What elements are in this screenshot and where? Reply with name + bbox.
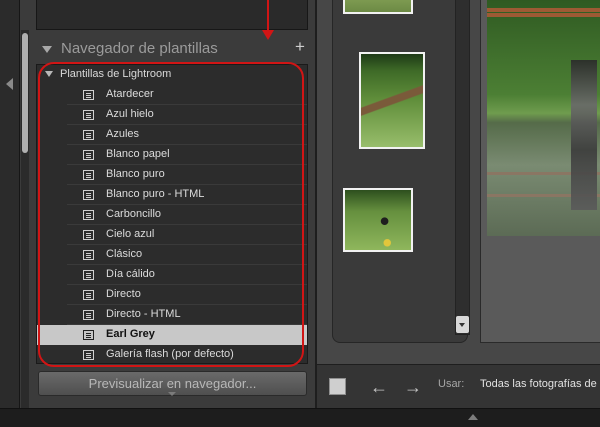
template-row[interactable]: Blanco puro: [37, 165, 307, 185]
template-browser-header[interactable]: Navegador de plantillas +: [36, 37, 308, 62]
web-template-icon: [83, 270, 94, 280]
lightroom-templates-folder[interactable]: Plantillas de Lightroom: [37, 65, 307, 85]
template-browser-title: Navegador de plantillas: [61, 40, 218, 57]
web-template-icon: [83, 190, 94, 200]
web-template-icon: [83, 330, 94, 340]
thumbnail-fence[interactable]: [343, 0, 413, 14]
thumbnail-path[interactable]: [359, 52, 425, 149]
add-template-button[interactable]: +: [292, 37, 308, 57]
template-row[interactable]: Blanco puro - HTML: [37, 185, 307, 205]
web-template-icon: [83, 170, 94, 180]
filmstrip-toggle-arrow-icon[interactable]: [468, 414, 478, 420]
template-label: Clásico: [106, 248, 143, 260]
web-template-icon: [83, 310, 94, 320]
template-label: Atardecer: [106, 88, 154, 100]
template-row[interactable]: Cielo azul: [37, 225, 307, 245]
bottom-panel-edge[interactable]: [0, 408, 600, 427]
template-tree: Plantillas de Lightroom Atardecer Azul hi…: [36, 64, 308, 364]
center-preview-area: [315, 0, 600, 408]
template-label: Día cálido: [106, 268, 155, 280]
scroll-down-arrow-icon[interactable]: [456, 316, 469, 333]
template-row[interactable]: Galería flash (por defecto): [37, 345, 307, 363]
use-selection-dropdown[interactable]: Todas las fotografías de: [480, 378, 597, 390]
preview-fence-detail: [487, 8, 600, 12]
preview-photo[interactable]: [487, 0, 600, 236]
folder-expand-triangle-icon[interactable]: [45, 71, 53, 77]
annotation-arrow-head-icon: [262, 30, 274, 40]
forward-arrow-icon[interactable]: →: [403, 377, 423, 397]
template-row[interactable]: Día cálido: [37, 265, 307, 285]
template-label: Cielo azul: [106, 228, 155, 240]
template-label: Directo: [106, 288, 141, 300]
thumbnail-kids-playing[interactable]: [343, 188, 413, 252]
stop-button[interactable]: [329, 378, 346, 395]
template-row[interactable]: Directo: [37, 285, 307, 305]
web-template-icon: [83, 150, 94, 160]
annotation-arrow-shaft: [267, 0, 269, 34]
web-template-icon: [83, 290, 94, 300]
use-label: Usar:: [438, 378, 465, 390]
web-template-icon: [83, 230, 94, 240]
preview-tower-detail: [571, 60, 597, 210]
web-template-icon: [83, 130, 94, 140]
template-list: Atardecer Azul hielo Azules Blanco papel Bla…: [37, 85, 307, 363]
template-label: Earl Grey: [106, 328, 155, 340]
main-photo-preview: [480, 0, 600, 343]
template-label: Blanco papel: [106, 148, 170, 160]
template-label: Galería flash (por defecto): [106, 348, 234, 360]
web-template-icon: [83, 350, 94, 360]
template-row[interactable]: Azul hielo: [37, 105, 307, 125]
template-label: Carboncillo: [106, 208, 162, 220]
collapse-triangle-icon[interactable]: [42, 46, 52, 53]
web-template-icon: [83, 210, 94, 220]
template-row[interactable]: Directo - HTML: [37, 305, 307, 325]
template-label: Directo - HTML: [106, 308, 181, 320]
panel-collapse-arrow-icon[interactable]: [6, 78, 13, 90]
left-panel: Navegador de plantillas + Plantillas de …: [20, 0, 315, 408]
template-row[interactable]: Clásico: [37, 245, 307, 265]
template-label: Blanco puro - HTML: [106, 188, 205, 200]
filmstrip-scrollbar[interactable]: [455, 0, 470, 335]
template-label: Azules: [106, 128, 140, 140]
template-row[interactable]: Atardecer: [37, 85, 307, 105]
template-label: Azul hielo: [106, 108, 154, 120]
back-arrow-icon[interactable]: ←: [369, 377, 389, 397]
web-template-icon: [83, 110, 94, 120]
web-template-icon: [83, 250, 94, 260]
template-label: Blanco puro: [106, 168, 165, 180]
filmstrip-panel: [332, 0, 468, 343]
panel-resize-grip-icon[interactable]: [168, 392, 176, 396]
bottom-toolbar: ← → Usar: Todas las fotografías de: [315, 364, 600, 408]
template-row[interactable]: Earl Grey: [37, 325, 307, 345]
left-panel-edge[interactable]: [0, 0, 20, 427]
template-row[interactable]: Carboncillo: [37, 205, 307, 225]
folder-label: Plantillas de Lightroom: [60, 68, 172, 80]
template-row[interactable]: Blanco papel: [37, 145, 307, 165]
template-row[interactable]: Azules: [37, 125, 307, 145]
left-panel-scroll-thumb[interactable]: [22, 33, 28, 153]
web-template-icon: [83, 90, 94, 100]
left-panel-scrollbar[interactable]: [21, 30, 29, 408]
